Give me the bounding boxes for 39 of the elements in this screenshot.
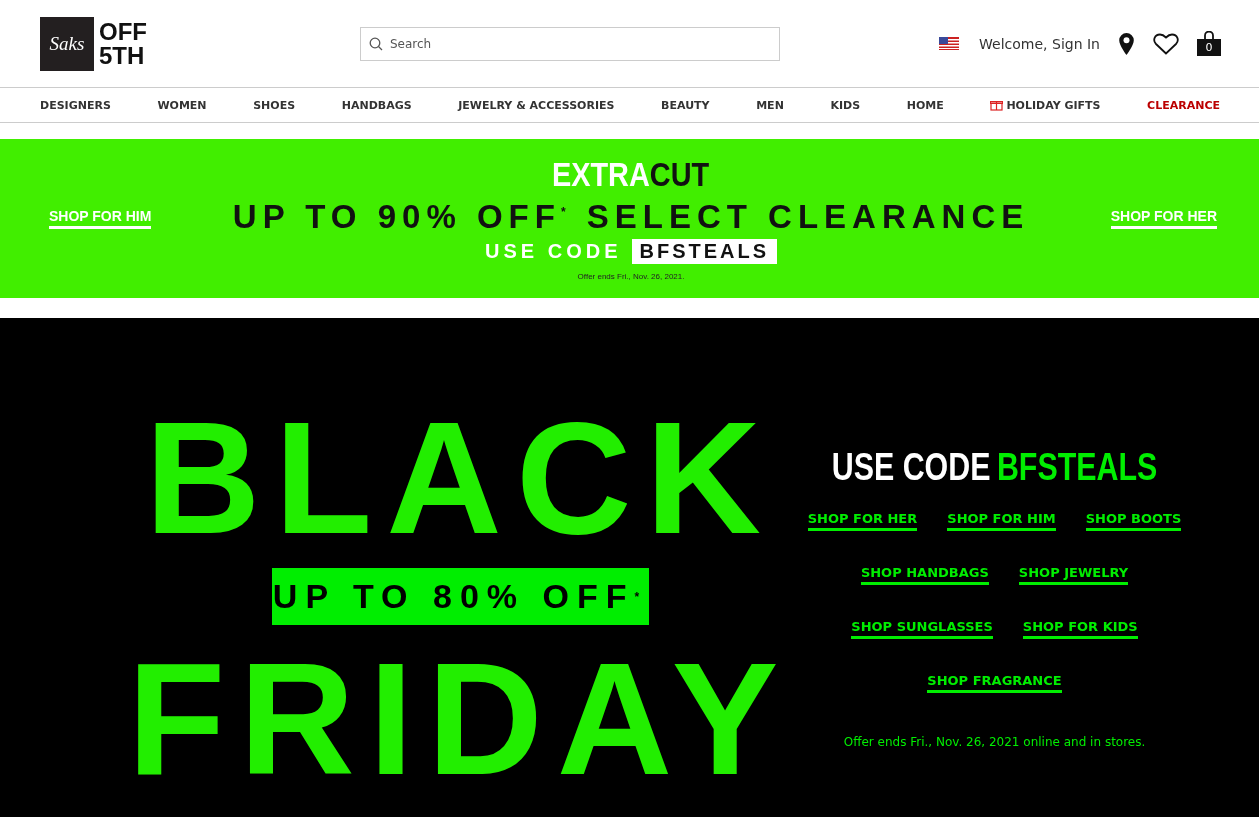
- shop-link[interactable]: SHOP SUNGLASSES: [851, 619, 993, 639]
- nav-link[interactable]: SHOES: [253, 98, 296, 112]
- heart-icon[interactable]: [1153, 32, 1179, 55]
- nav-link[interactable]: JEWELRY & ACCESSORIES: [458, 98, 615, 112]
- nav-link[interactable]: CLEARANCE: [1147, 98, 1220, 112]
- promo-code: BFSTEALS: [631, 239, 778, 264]
- promo-code: BFSTEALS: [996, 446, 1158, 489]
- headline-text: EXTRA: [552, 156, 651, 192]
- nav-link[interactable]: WOMEN: [157, 98, 207, 112]
- shop-link[interactable]: SHOP FOR KIDS: [1022, 619, 1138, 639]
- shop-link[interactable]: SHOP FOR HIM: [947, 511, 1056, 531]
- shop-link[interactable]: SHOP FOR HER: [807, 511, 918, 531]
- flag-icon[interactable]: [939, 37, 960, 50]
- nav-link[interactable]: KIDS: [830, 98, 861, 112]
- nav-link[interactable]: HOME: [906, 98, 944, 112]
- offer-text: UP TO 80% OFF$^{*}$: [271, 568, 649, 625]
- shop-link[interactable]: SHOP BOOTS: [1085, 511, 1182, 531]
- headline-text: FRIDAY: [127, 657, 793, 781]
- search-field[interactable]: Search: [360, 26, 780, 61]
- headline-text: CUT: [650, 156, 710, 192]
- gift-icon: [990, 99, 1004, 111]
- fine-print: Offer ends Fri., Nov. 26, 2021.: [577, 272, 685, 281]
- cart-count-badge[interactable]: 0: [1197, 39, 1221, 56]
- nav-link[interactable]: DESIGNERS: [40, 98, 111, 112]
- headline-text: BLACK: [145, 416, 775, 540]
- code-label: USE CODE: [831, 446, 991, 489]
- shop-link[interactable]: SHOP JEWELRY: [1018, 565, 1129, 585]
- nav-link[interactable]: BEAUTY: [661, 98, 710, 112]
- shop-link[interactable]: SHOP HANDBAGS: [860, 565, 989, 585]
- code-label: USE CODE: [485, 240, 622, 263]
- location-pin-icon[interactable]: [1118, 31, 1135, 56]
- fine-print: Offer ends Fri., Nov. 26, 2021 online and in stores.: [843, 735, 1146, 749]
- nav-link[interactable]: HANDBAGS: [341, 98, 412, 112]
- bag-handle-icon[interactable]: [1204, 31, 1214, 39]
- shop-link[interactable]: SHOP FRAGRANCE: [927, 673, 1062, 693]
- offer-text: UP TO 90% OFF$^{*}$ SELECT CLEARANCE: [232, 197, 1030, 237]
- sign-in-link[interactable]: Welcome, Sign In: [979, 35, 1100, 52]
- nav-link[interactable]: HOLIDAY GIFTS: [990, 98, 1101, 112]
- nav-link[interactable]: MEN: [756, 98, 784, 112]
